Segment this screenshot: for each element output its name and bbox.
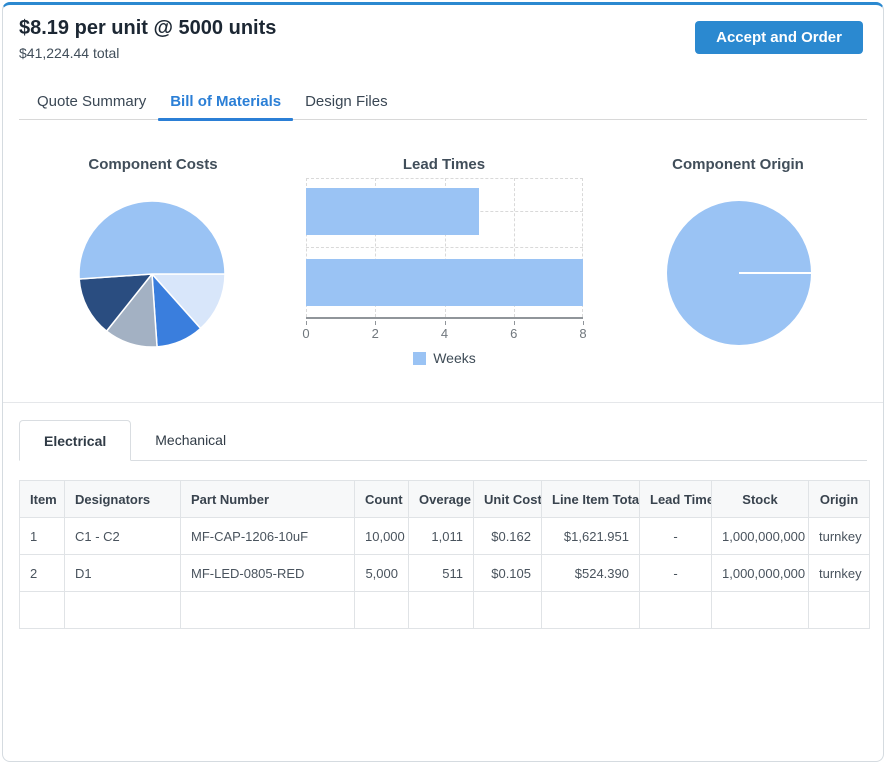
pie-slice[interactable] (79, 201, 225, 279)
column-header-origin: Origin (809, 481, 870, 518)
quote-card: $8.19 per unit @ 5000 units $41,224.44 t… (2, 2, 884, 762)
bom-table: ItemDesignatorsPart NumberCountOverageUn… (19, 480, 870, 629)
cell: 5,000 (355, 555, 409, 592)
axis-tick (445, 321, 446, 325)
cell: $0.162 (474, 518, 542, 555)
column-header-unit-cost: Unit Cost (474, 481, 542, 518)
cell: turnkey (809, 555, 870, 592)
cell (20, 592, 65, 629)
cell: 10,000 (355, 518, 409, 555)
column-header-line-item-total: Line Item Total (542, 481, 640, 518)
cell (355, 592, 409, 629)
x-axis-label: 0 (302, 326, 309, 341)
cell: C1 - C2 (65, 518, 181, 555)
chart-title-component-origin: Component Origin (589, 156, 887, 173)
cell: $0.105 (474, 555, 542, 592)
cell: MF-LED-0805-RED (181, 555, 355, 592)
header-row: ItemDesignatorsPart NumberCountOverageUn… (20, 481, 870, 518)
chart-legend: Weeks (306, 350, 583, 366)
accept-and-order-button[interactable]: Accept and Order (695, 21, 863, 54)
axis-tick (583, 321, 584, 325)
cell (409, 592, 474, 629)
cell: 511 (409, 555, 474, 592)
cell (640, 592, 712, 629)
tab-mechanical[interactable]: Mechanical (131, 420, 250, 460)
cell: 2 (20, 555, 65, 592)
bom-tabs: ElectricalMechanical (19, 420, 867, 461)
axis-tick (306, 321, 307, 325)
column-header-designators: Designators (65, 481, 181, 518)
axis-tick (375, 321, 376, 325)
cell (474, 592, 542, 629)
cell (181, 592, 355, 629)
x-axis-label: 4 (441, 326, 448, 341)
tab-design-files[interactable]: Design Files (293, 83, 400, 119)
lead-time-bar[interactable] (306, 188, 479, 235)
cell: D1 (65, 555, 181, 592)
component-origin-pie[interactable] (665, 199, 813, 347)
cell: 1,000,000,000 (712, 518, 809, 555)
legend-swatch (413, 352, 426, 365)
table-row: 2D1MF-LED-0805-RED5,000511$0.105$524.390… (20, 555, 870, 592)
tab-electrical[interactable]: Electrical (19, 420, 131, 461)
cell: $524.390 (542, 555, 640, 592)
x-axis-label: 8 (579, 326, 586, 341)
charts-section: Component CostsLead TimesComponent Origi… (3, 120, 883, 403)
component-costs-pie[interactable] (77, 199, 227, 349)
cell: turnkey (809, 518, 870, 555)
column-header-count: Count (355, 481, 409, 518)
cell: $1,621.951 (542, 518, 640, 555)
cell: - (640, 518, 712, 555)
lead-time-bar[interactable] (306, 259, 583, 306)
cell: 1 (20, 518, 65, 555)
tab-quote-summary[interactable]: Quote Summary (19, 83, 158, 119)
column-header-item: Item (20, 481, 65, 518)
column-header-stock: Stock (712, 481, 809, 518)
column-header-overage: Overage (409, 481, 474, 518)
column-header-part-number: Part Number (181, 481, 355, 518)
quote-header: $8.19 per unit @ 5000 units $41,224.44 t… (3, 5, 883, 83)
column-header-lead-time: Lead Time (640, 481, 712, 518)
x-axis-label: 2 (372, 326, 379, 341)
cell (65, 592, 181, 629)
legend-label: Weeks (433, 350, 476, 366)
chart-title-lead-times: Lead Times (299, 156, 589, 173)
cell: - (640, 555, 712, 592)
x-axis-label: 6 (510, 326, 517, 341)
cell (809, 592, 870, 629)
cell (542, 592, 640, 629)
cell: MF-CAP-1206-10uF (181, 518, 355, 555)
table-row: 1C1 - C2MF-CAP-1206-10uF10,0001,011$0.16… (20, 518, 870, 555)
chart-title-component-costs: Component Costs (3, 156, 303, 173)
tab-bill-of-materials[interactable]: Bill of Materials (158, 83, 293, 119)
cell (712, 592, 809, 629)
quote-tabs: Quote SummaryBill of MaterialsDesign Fil… (19, 83, 867, 120)
cell: 1,011 (409, 518, 474, 555)
lead-times-bar-chart (306, 178, 583, 319)
axis-tick (514, 321, 515, 325)
table-row (20, 592, 870, 629)
cell: 1,000,000,000 (712, 555, 809, 592)
